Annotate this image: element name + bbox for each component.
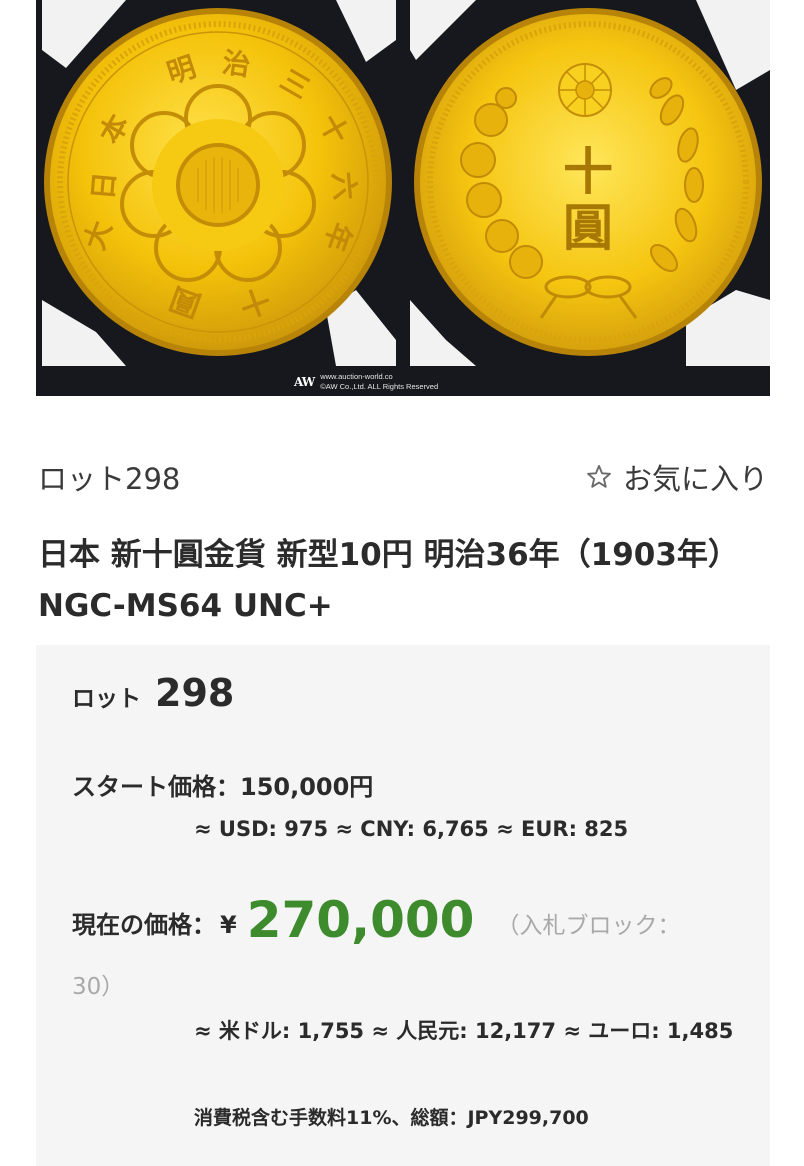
start-price: スタート価格：150,000円	[72, 773, 374, 801]
lot-header: ロット298 お気に入り	[38, 454, 768, 500]
price-panel: ロット 298 スタート価格：150,000円 ≈ USD: 975 ≈ CNY…	[36, 645, 770, 1166]
coin-image: 大 日 本 明 治 三 十 六 年 十 圓 十 圓 AW www.auction…	[36, 0, 770, 396]
bid-block-label: （入札ブロック：	[496, 913, 681, 939]
reverse-char: 十	[563, 142, 613, 201]
current-price-row: 現在の価格： ¥270,000 （入札ブロック：	[72, 893, 712, 955]
obverse-char: 治	[220, 46, 252, 83]
current-price-currency: ¥	[220, 911, 237, 939]
coin-photo-svg: 大 日 本 明 治 三 十 六 年 十 圓 十 圓	[36, 0, 770, 396]
current-price-label: 現在の価格：	[72, 911, 216, 939]
current-price-amount: 270,000	[246, 891, 475, 949]
lot-label: ロット298	[38, 462, 181, 496]
watermark-url: www.auction-world.co	[320, 372, 393, 381]
fee-note: 消費税含む手数料11%、総額：JPY299,700	[194, 1107, 589, 1129]
panel-lot-label: ロット	[72, 686, 141, 712]
panel-lot-number: 298	[155, 671, 235, 715]
favorite-button[interactable]: お気に入り	[585, 456, 768, 498]
start-price-conversion: ≈ USD: 975 ≈ CNY: 6,765 ≈ EUR: 825	[194, 817, 629, 841]
reverse-char: 圓	[563, 198, 613, 257]
item-title: 日本 新十圓金貨 新型10円 明治36年（1903年） NGC-MS64 UNC…	[38, 537, 739, 624]
favorite-label: お気に入り	[622, 462, 768, 496]
watermark-logo: AW	[294, 375, 315, 389]
panel-lot: ロット 298	[72, 671, 234, 715]
watermark-copyright: ©AW Co.,Ltd. ALL Rights Reserved	[320, 382, 439, 391]
star-outline-icon	[587, 464, 611, 488]
bid-block-value: 30）	[72, 974, 125, 1000]
current-price-conversion: ≈ 米ドル: 1,755 ≈ 人民元: 12,177 ≈ ユーロ: 1,485	[194, 1019, 734, 1043]
obverse-char: 日	[86, 170, 121, 201]
obverse-char: 六	[326, 170, 361, 201]
watermark: AW www.auction-world.co ©AW Co.,Ltd. ALL…	[294, 370, 438, 394]
